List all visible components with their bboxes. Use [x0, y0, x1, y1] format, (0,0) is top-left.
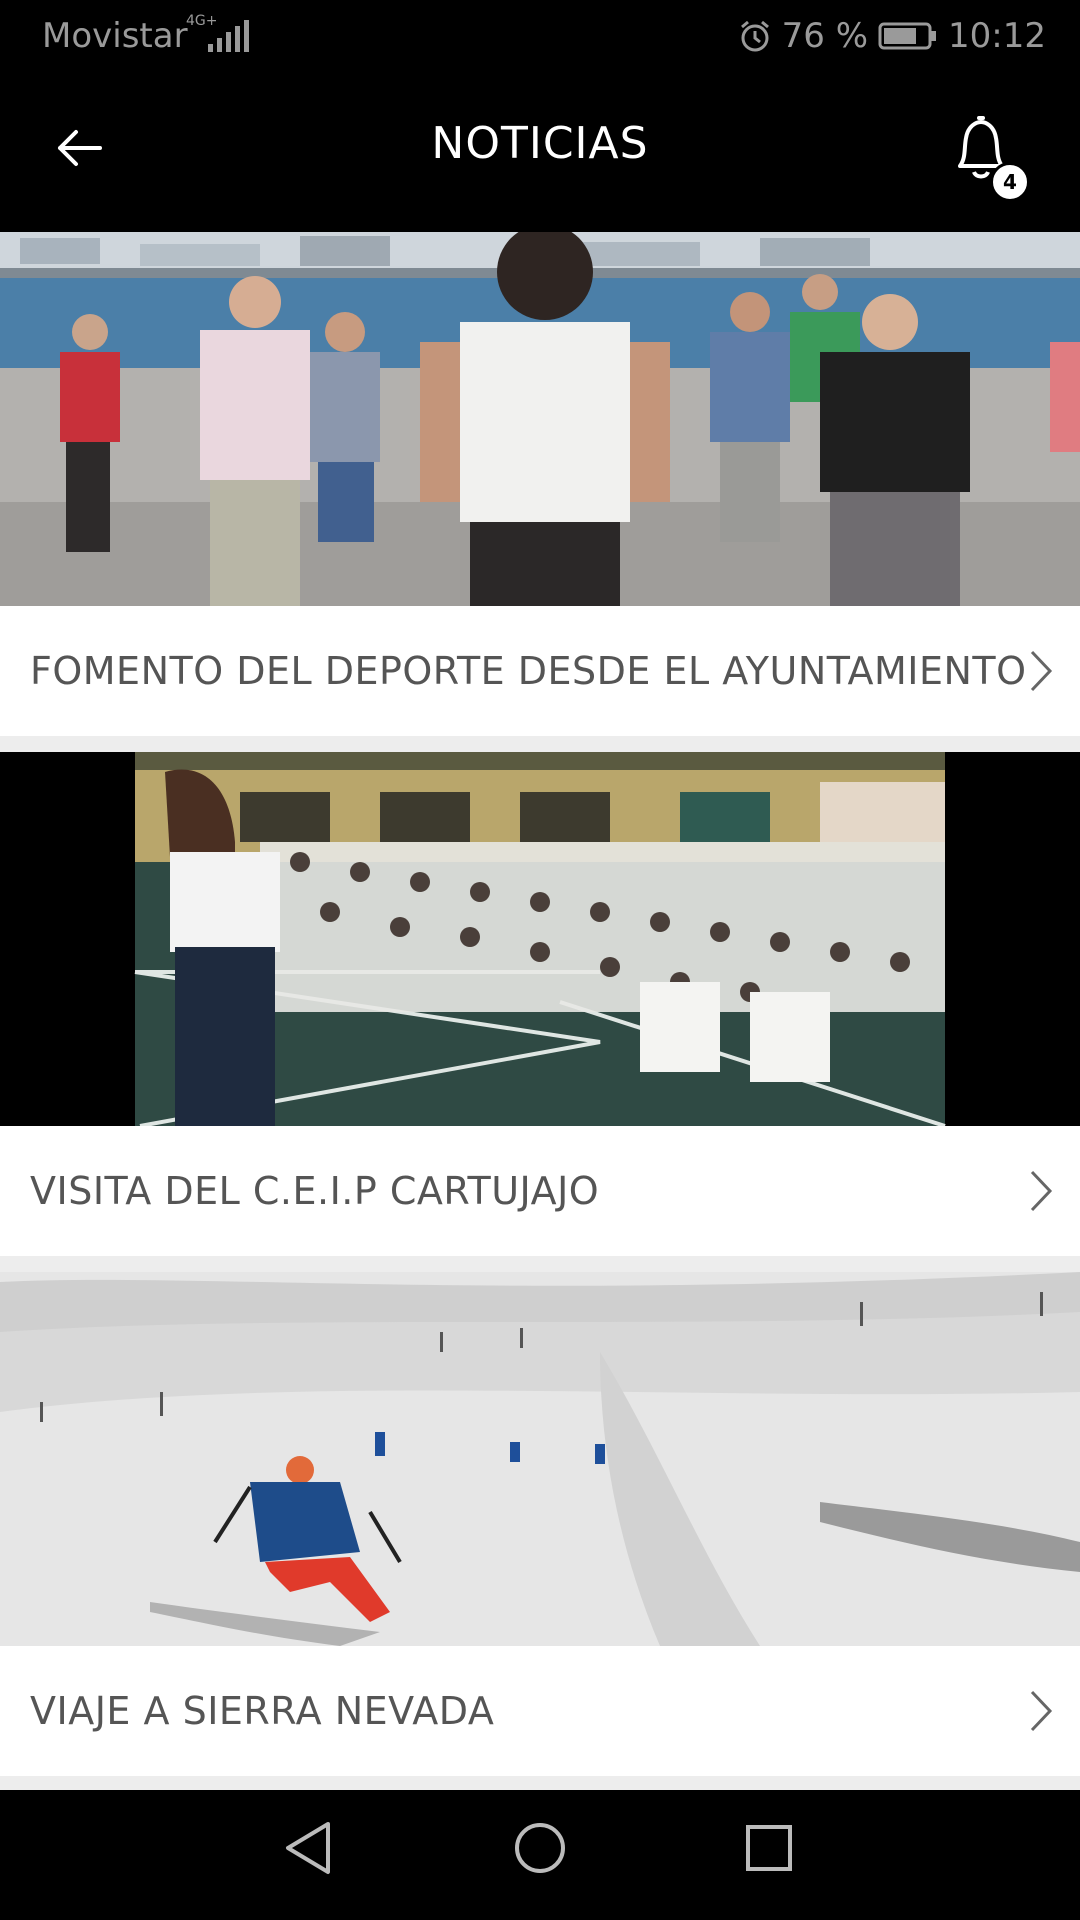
notification-badge: 4	[990, 162, 1030, 202]
carrier-label: Movistar	[42, 16, 188, 56]
news-title: VISITA DEL C.E.I.P CARTUJAJO	[30, 1169, 600, 1213]
news-list: FOMENTO DEL DEPORTE DESDE EL AYUNTAMIENT…	[0, 232, 1080, 1776]
news-title: FOMENTO DEL DEPORTE DESDE EL AYUNTAMIENT…	[30, 649, 1027, 693]
recents-square-icon[interactable]	[744, 1818, 794, 1878]
battery-icon	[878, 21, 938, 51]
alarm-icon	[738, 19, 772, 53]
chevron-right-icon	[1030, 1170, 1053, 1212]
news-image	[0, 232, 1080, 606]
status-bar: Movistar 4G+ 76 % 10:12	[0, 0, 1080, 74]
home-circle-icon[interactable]	[512, 1818, 568, 1878]
chevron-right-icon	[1030, 650, 1053, 692]
chevron-right-icon	[1030, 1690, 1053, 1732]
system-nav-bar	[0, 1790, 1080, 1920]
news-card[interactable]: FOMENTO DEL DEPORTE DESDE EL AYUNTAMIENT…	[0, 232, 1080, 736]
page-title: NOTICIAS	[431, 118, 649, 169]
app-bar: NOTICIAS 4	[0, 74, 1080, 232]
notifications-button[interactable]: 4	[946, 112, 1030, 202]
clock: 10:12	[948, 16, 1046, 56]
battery-percent: 76 %	[781, 16, 869, 56]
news-card[interactable]: VIAJE A SIERRA NEVADA	[0, 1272, 1080, 1776]
news-image	[0, 752, 1080, 1126]
news-image	[0, 1272, 1080, 1646]
news-title: VIAJE A SIERRA NEVADA	[30, 1689, 495, 1733]
signal-icon: 4G+	[186, 14, 250, 54]
back-triangle-icon[interactable]	[282, 1818, 334, 1878]
news-card[interactable]: VISITA DEL C.E.I.P CARTUJAJO	[0, 752, 1080, 1256]
